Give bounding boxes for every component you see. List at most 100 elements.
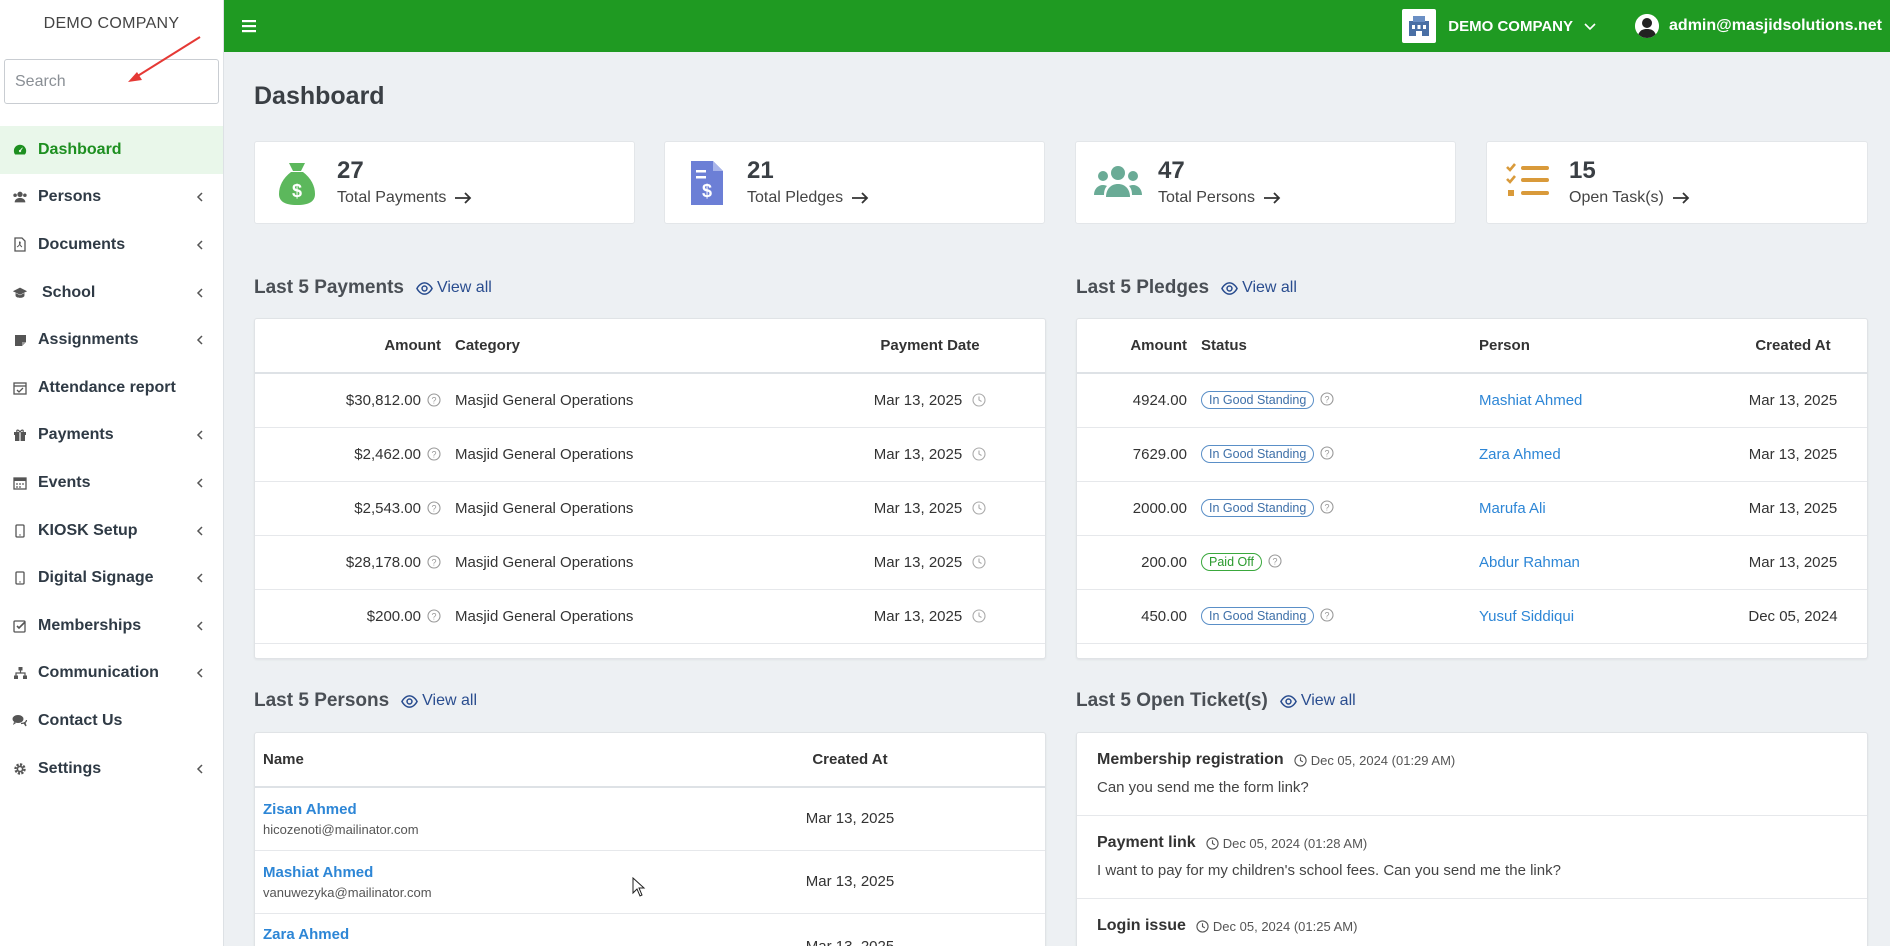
- sidebar-item-label: Memberships: [38, 616, 142, 634]
- search-input[interactable]: [15, 72, 222, 91]
- avatar[interactable]: [1635, 14, 1660, 38]
- company-logo-icon[interactable]: [1402, 9, 1437, 43]
- sidebar-item-label: School: [42, 283, 96, 301]
- person-link[interactable]: Abdur Rahman: [1479, 554, 1580, 571]
- question-circle-icon[interactable]: ?: [427, 393, 441, 407]
- stat-card-open-tasks[interactable]: 15 Open Task(s): [1486, 141, 1868, 224]
- person-link[interactable]: Zisan Ahmed: [263, 801, 775, 818]
- stat-card-persons[interactable]: 47 Total Persons: [1075, 141, 1456, 224]
- sitemap-icon: [12, 665, 28, 681]
- question-circle-icon[interactable]: ?: [427, 554, 441, 569]
- persons-table-card: Name Created At Zisan Ahmed hicozenoti@m…: [254, 732, 1046, 946]
- column-header[interactable]: Created At: [1719, 319, 1867, 374]
- column-header[interactable]: Payment Date: [815, 319, 1045, 374]
- sidebar-item-school[interactable]: School: [0, 269, 223, 317]
- status-badge: In Good Standing: [1201, 391, 1315, 410]
- column-header[interactable]: Name: [255, 733, 775, 788]
- list-item[interactable]: Payment link Dec 05, 2024 (01:28 AM) I w…: [1077, 816, 1867, 899]
- question-circle-icon[interactable]: ?: [427, 446, 441, 461]
- payments-table-card: Amount Category Payment Date $30,812.00?…: [254, 318, 1046, 659]
- person-link[interactable]: Mashiat Ahmed: [263, 864, 775, 881]
- arrow-right-icon: [1263, 192, 1281, 204]
- question-circle-icon[interactable]: ?: [427, 608, 441, 623]
- section-title-tickets: Last 5 Open Ticket(s) View all: [1076, 690, 1356, 711]
- column-header[interactable]: Created At: [775, 733, 925, 788]
- view-all-persons-link[interactable]: View all: [401, 692, 477, 710]
- ticket-message: I want to pay for my children's school f…: [1097, 862, 1561, 879]
- gear-icon: [12, 761, 28, 777]
- svg-text:?: ?: [431, 611, 436, 621]
- person-link[interactable]: Marufa Ali: [1479, 500, 1546, 517]
- person-link[interactable]: Mashiat Ahmed: [1479, 392, 1582, 409]
- column-header[interactable]: Category: [455, 319, 815, 374]
- ticket-message: Can you send me the form link?: [1097, 779, 1309, 796]
- sidebar-item-label: Settings: [38, 759, 102, 777]
- stat-card-pledges[interactable]: $ 21 Total Pledges: [664, 141, 1045, 224]
- sidebar-item-communication[interactable]: Communication: [0, 650, 223, 698]
- sidebar-item-settings[interactable]: Settings: [0, 745, 223, 793]
- ticket-title: Login issue: [1097, 917, 1186, 934]
- sidebar-item-persons[interactable]: Persons: [0, 174, 223, 222]
- sidebar-item-dashboard[interactable]: Dashboard: [0, 126, 223, 174]
- person-link[interactable]: Zara Ahmed: [263, 926, 775, 943]
- sidebar-brand: DEMO COMPANY: [43, 14, 180, 32]
- sidebar-item-memberships[interactable]: Memberships: [0, 602, 223, 650]
- chevron-down-icon[interactable]: [1583, 19, 1597, 33]
- question-circle-icon[interactable]: ?: [1320, 608, 1334, 622]
- person-email: hicozenoti@mailinator.com: [263, 821, 419, 837]
- column-header[interactable]: Amount: [255, 319, 455, 374]
- clock-icon: [972, 554, 986, 569]
- person-link[interactable]: Zara Ahmed: [1479, 446, 1561, 463]
- hamburger-menu-icon[interactable]: [240, 17, 258, 35]
- svg-text:?: ?: [431, 395, 436, 405]
- users-icon: [12, 189, 28, 205]
- eye-icon: [401, 694, 419, 708]
- list-item[interactable]: Login issue Dec 05, 2024 (01:25 AM): [1077, 899, 1867, 946]
- page-title: Dashboard: [254, 82, 385, 110]
- question-circle-icon[interactable]: ?: [1320, 500, 1334, 514]
- user-menu[interactable]: admin@masjidsolutions.net: [1669, 17, 1882, 35]
- chevron-left-icon: [196, 240, 203, 250]
- view-all-payments-link[interactable]: View all: [416, 279, 492, 297]
- question-circle-icon[interactable]: ?: [1268, 554, 1282, 568]
- status-badge: In Good Standing: [1201, 499, 1315, 517]
- svg-text:?: ?: [431, 503, 436, 513]
- table-row: 450.00 In Good Standing? Yusuf Siddiqui …: [1077, 589, 1867, 644]
- question-circle-icon[interactable]: ?: [1320, 392, 1334, 406]
- company-switcher[interactable]: DEMO COMPANY: [1448, 18, 1573, 35]
- column-header[interactable]: Status: [1201, 319, 1479, 374]
- question-circle-icon[interactable]: ?: [1320, 446, 1334, 460]
- question-circle-icon[interactable]: ?: [427, 500, 441, 515]
- person-link[interactable]: Yusuf Siddiqui: [1479, 608, 1574, 625]
- stat-value: 27: [337, 157, 364, 185]
- column-header[interactable]: Person: [1479, 319, 1719, 374]
- sidebar-item-digital-signage[interactable]: Digital Signage: [0, 554, 223, 602]
- view-all-tickets-link[interactable]: View all: [1279, 692, 1356, 710]
- graduation-cap-icon: [12, 285, 28, 301]
- dashboard-icon: [12, 142, 28, 158]
- list-item[interactable]: Membership registration Dec 05, 2024 (01…: [1077, 733, 1867, 816]
- sidebar-item-documents[interactable]: Documents: [0, 221, 223, 269]
- column-header[interactable]: Amount: [1077, 319, 1201, 374]
- sidebar-item-attendance-report[interactable]: Attendance report: [0, 364, 223, 412]
- sidebar-item-label: Persons: [38, 188, 102, 206]
- view-all-pledges-link[interactable]: View all: [1221, 279, 1297, 297]
- chevron-left-icon: [196, 668, 203, 678]
- chevron-left-icon: [196, 192, 203, 202]
- sidebar-item-kiosk-setup[interactable]: KIOSK Setup: [0, 507, 223, 555]
- svg-text:?: ?: [1325, 503, 1330, 513]
- sidebar-item-assignments[interactable]: Assignments: [0, 316, 223, 364]
- sidebar-item-contact-us[interactable]: Contact Us: [0, 697, 223, 745]
- chevron-left-icon: [196, 526, 203, 536]
- file-pdf-icon: [12, 237, 28, 253]
- stat-card-payments[interactable]: $ 27 Total Payments: [254, 141, 635, 224]
- calendar-check-icon: [12, 380, 28, 396]
- comments-icon: [12, 713, 28, 729]
- sidebar-item-events[interactable]: Events: [0, 459, 223, 507]
- sidebar-item-payments[interactable]: Payments: [0, 412, 223, 460]
- clock-icon: [972, 393, 986, 407]
- stat-value: 47: [1158, 157, 1185, 185]
- sidebar-item-label: Documents: [38, 235, 126, 253]
- clock-icon: [1206, 836, 1219, 850]
- eye-icon: [416, 281, 433, 295]
